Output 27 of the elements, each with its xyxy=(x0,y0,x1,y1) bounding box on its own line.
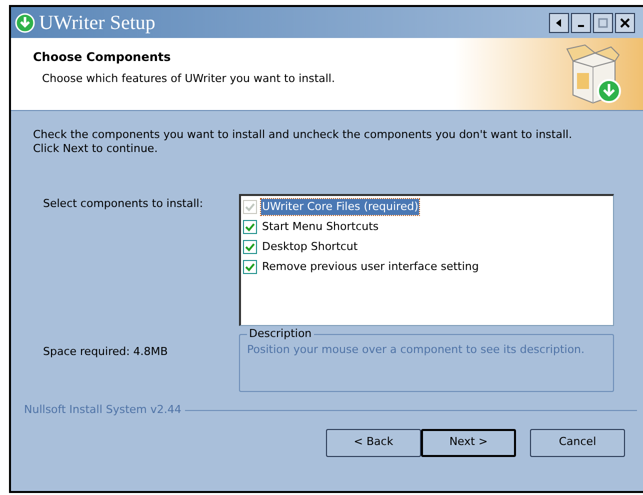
space-required-text: Space required: 4.8MB xyxy=(43,344,169,360)
component-item[interactable]: Remove previous user interface setting xyxy=(241,257,613,277)
checkbox[interactable] xyxy=(243,240,257,254)
installer-icon xyxy=(15,12,35,32)
minimize-icon[interactable] xyxy=(571,12,591,32)
description-text: Position your mouse over a component to see its description. xyxy=(247,342,586,356)
component-label: Start Menu Shortcuts xyxy=(261,218,380,235)
component-item[interactable]: Start Menu Shortcuts xyxy=(241,217,613,237)
select-label: Select components to install: xyxy=(43,196,204,212)
box-icon xyxy=(565,43,623,105)
component-label: Desktop Shortcut xyxy=(261,238,359,255)
dialog-button[interactable]: < Back xyxy=(326,428,421,456)
dialog-button[interactable]: Next > xyxy=(421,428,516,456)
description-title: Description xyxy=(248,326,313,342)
checkbox[interactable] xyxy=(243,260,257,274)
maximize-icon[interactable] xyxy=(593,12,613,32)
branding-text: Nullsoft Install System v2.44 xyxy=(24,402,182,418)
window-title: UWriter Setup xyxy=(39,12,156,32)
close-icon[interactable] xyxy=(615,12,635,32)
instructions-text: Check the components you want to install and uncheck the components you don't want to install. Click Next to continue. xyxy=(32,128,574,156)
dialog-button[interactable]: Cancel xyxy=(530,428,625,456)
component-label: Remove previous user interface setting xyxy=(261,258,480,275)
header-title: Choose Components xyxy=(33,49,172,66)
checkbox[interactable] xyxy=(243,220,257,234)
component-label: UWriter Core Files (required) xyxy=(261,198,420,216)
component-item[interactable]: Desktop Shortcut xyxy=(241,237,613,257)
header-subtitle: Choose which features of UWriter you want to install. xyxy=(41,71,335,87)
